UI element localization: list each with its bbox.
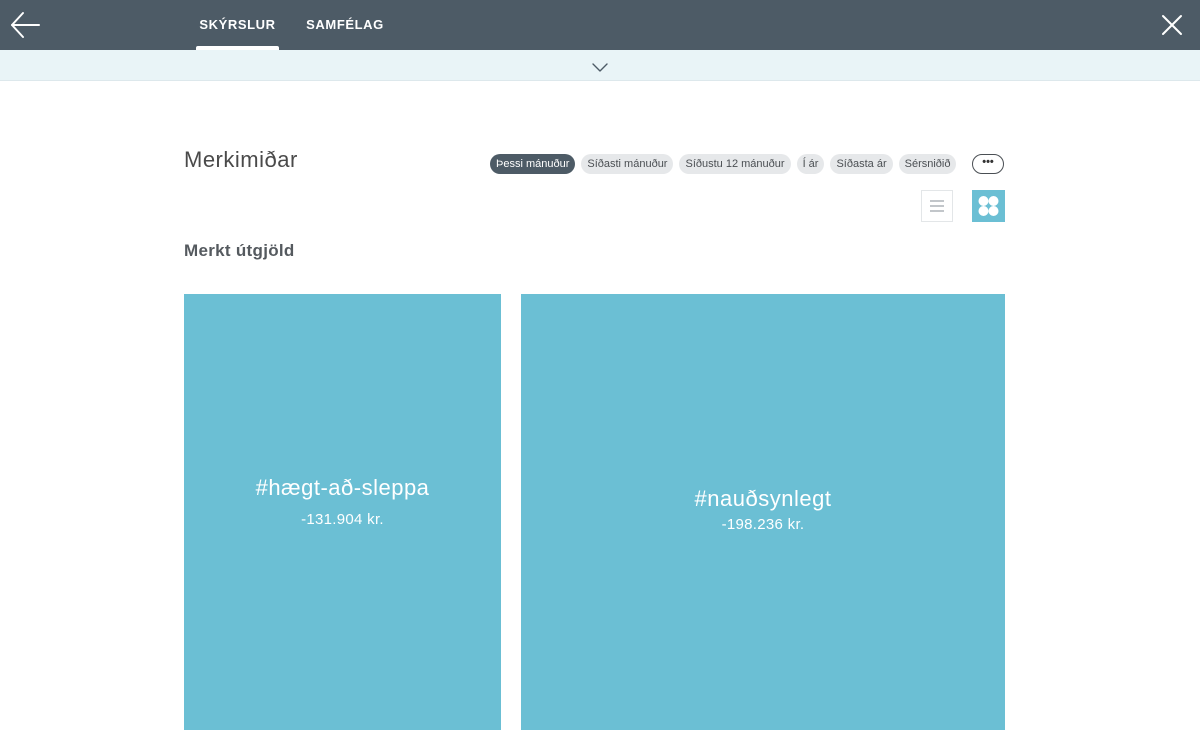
top-navigation-bar: SKÝRSLUR SAMFÉLAG [0, 0, 1200, 50]
period-filter-group: Þessi mánuður Síðasti mánuður Síðustu 12… [490, 154, 957, 174]
tab-community-label: SAMFÉLAG [306, 17, 384, 32]
period-filter-last-12-months[interactable]: Síðustu 12 mánuður [679, 154, 791, 174]
tag-tile-name: #nauðsynlegt [694, 486, 832, 511]
tab-community[interactable]: SAMFÉLAG [300, 0, 390, 50]
more-dots-icon: ••• [982, 156, 994, 168]
period-filter-last-year[interactable]: Síðasta ár [830, 154, 893, 174]
period-filter-this-month[interactable]: Þessi mánuður [490, 154, 576, 174]
tag-tile-content: #nauðsynlegt -198.236 kr. [521, 485, 1005, 535]
tag-tile-amount: -198.236 kr. [721, 516, 805, 533]
chevron-down-icon [592, 63, 608, 72]
list-view-icon [930, 200, 944, 212]
section-title: Merkt útgjöld [184, 241, 295, 260]
grid-view-icon [978, 196, 999, 216]
back-button[interactable] [8, 8, 44, 42]
period-filter-this-year[interactable]: Í ár [796, 154, 825, 174]
tab-reports-label: SKÝRSLUR [199, 17, 276, 32]
tag-tile-content: #hægt-að-sleppa -131.904 kr. [184, 474, 501, 530]
tag-tile-name: #hægt-að-sleppa [255, 475, 430, 500]
more-options-button[interactable]: ••• [972, 154, 1004, 174]
close-button[interactable] [1160, 12, 1184, 38]
filter-drawer-bar [0, 50, 1200, 81]
tag-tile[interactable]: #hægt-að-sleppa -131.904 kr. [184, 294, 501, 730]
expand-drawer-button[interactable] [591, 60, 609, 72]
tab-reports[interactable]: SKÝRSLUR [196, 0, 279, 50]
period-filter-custom[interactable]: Sérsniðið [898, 154, 957, 174]
tag-tile-amount: -131.904 kr. [301, 511, 384, 528]
tag-tile[interactable]: #nauðsynlegt -198.236 kr. [521, 294, 1005, 730]
page-title: Merkimiðar [184, 147, 298, 172]
close-icon [1162, 15, 1182, 35]
grid-view-button[interactable] [972, 190, 1005, 222]
list-view-button[interactable] [921, 190, 953, 222]
arrow-left-icon [11, 12, 40, 38]
period-filter-last-month[interactable]: Síðasti mánuður [581, 154, 674, 174]
